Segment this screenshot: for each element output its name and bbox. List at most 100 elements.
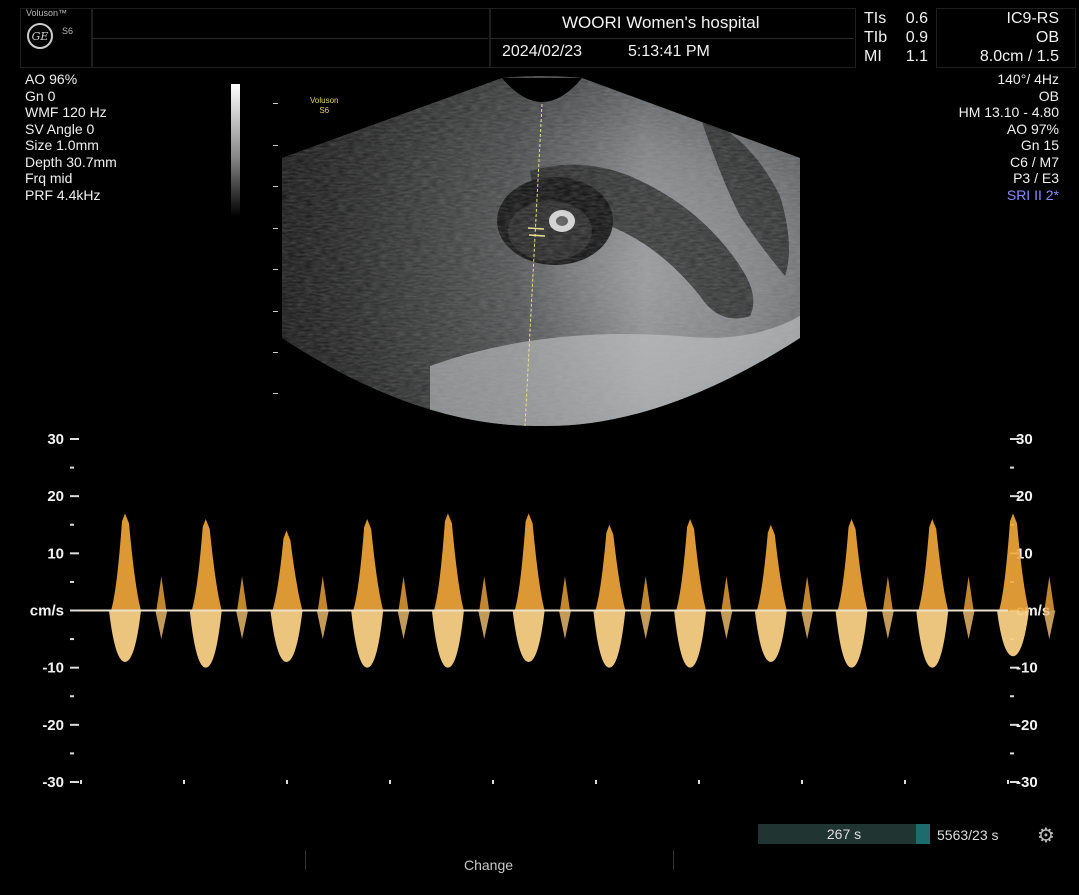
positive-peak	[756, 524, 787, 611]
secondary-spike	[559, 576, 570, 611]
secondary-spike	[1043, 610, 1056, 640]
settings-gear-icon[interactable]: ⚙	[1037, 823, 1055, 848]
secondary-spike	[881, 610, 894, 640]
param-p-e: P3 / E3	[1013, 170, 1059, 186]
safety-indices: TIs 0.6 TIb 0.9 MI 1.1	[864, 9, 928, 66]
secondary-spike	[802, 576, 813, 611]
left-axis-label: cm/s	[30, 603, 64, 620]
left-axis-label: -10	[42, 660, 64, 677]
negative-peak	[593, 610, 626, 668]
header-divider	[92, 38, 488, 39]
ti-bone-value: 0.9	[905, 29, 928, 46]
positive-peak	[353, 519, 384, 611]
negative-peak	[431, 610, 464, 668]
negative-peak	[270, 610, 303, 662]
time-tick	[286, 780, 288, 784]
depth-tick	[273, 228, 278, 229]
brand-label: Voluson™	[26, 8, 68, 18]
bmode-image[interactable]	[280, 76, 802, 428]
negative-peak	[835, 610, 868, 668]
left-axis-label: 10	[47, 545, 64, 562]
header-divider-2	[490, 38, 854, 39]
positive-peak	[433, 513, 464, 611]
param-wmf: WMF 120 Hz	[25, 104, 107, 120]
ti-soft-label: TIs	[864, 10, 887, 27]
param-prf: PRF 4.4kHz	[25, 186, 101, 203]
secondary-spike	[721, 576, 732, 611]
right-axis-label: -30	[1016, 774, 1038, 791]
secondary-spike	[237, 576, 248, 611]
depth-tick	[273, 103, 278, 104]
time-tick	[904, 780, 906, 784]
mi-value: 1.1	[905, 48, 928, 65]
secondary-spike	[397, 610, 410, 640]
exam-time: 5:13:41 PM	[628, 43, 710, 60]
probe-name: IC9-RS	[1006, 10, 1059, 27]
negative-peak	[754, 610, 787, 662]
param-c-m: C6 / M7	[1009, 153, 1059, 170]
right-axis-label: 20	[1016, 488, 1033, 505]
positive-peak	[595, 524, 626, 611]
positive-peak	[918, 519, 949, 611]
positive-peak	[111, 513, 141, 611]
param-ao-b: AO 97%	[1006, 120, 1059, 137]
time-tick	[492, 780, 494, 784]
secondary-spike	[398, 576, 409, 611]
negative-peak	[997, 610, 1029, 657]
secondary-spike	[236, 610, 249, 640]
model-label: S6	[62, 26, 74, 36]
left-axis-label: -30	[42, 774, 64, 791]
negative-peak	[512, 610, 545, 662]
secondary-spike	[640, 576, 651, 611]
cine-counter: 5563/23 s	[937, 827, 999, 843]
secondary-spike	[317, 576, 328, 611]
time-tick	[698, 780, 700, 784]
positive-peak	[514, 513, 545, 611]
hospital-name: WOORI Women's hospital	[562, 13, 760, 32]
param-depth: Depth 30.7mm	[25, 153, 117, 170]
time-tick	[595, 780, 597, 784]
bottom-divider	[673, 850, 674, 870]
secondary-spike	[155, 610, 168, 640]
param-size: Size 1.0mm	[25, 137, 99, 153]
left-axis-label: -20	[42, 717, 64, 734]
bottom-divider	[305, 850, 306, 870]
left-axis-label: 30	[47, 431, 64, 448]
param-angle-rate: 140°/ 4Hz	[997, 71, 1059, 87]
depth-sector: 8.0cm / 1.5	[979, 48, 1059, 65]
param-hm: HM 13.10 - 4.80	[958, 104, 1059, 120]
doppler-spectrum[interactable]: 30 3020 2010 10cm/s cm/s-10 -10-20 -20-30 -30	[0, 420, 1079, 800]
depth-tick	[273, 186, 278, 187]
positive-peak	[837, 519, 868, 611]
param-gain: Gn 0	[25, 87, 56, 104]
time-tick	[389, 780, 391, 784]
ti-bone-label: TIb	[864, 29, 888, 46]
exam-date: 2024/02/23	[502, 43, 583, 60]
positive-peak	[191, 519, 222, 611]
negative-peak	[674, 610, 707, 668]
secondary-spike	[962, 610, 975, 640]
secondary-spike	[156, 576, 167, 611]
depth-tick	[273, 269, 278, 270]
cine-progress-bar[interactable]: 267 s	[758, 824, 930, 844]
param-preset: OB	[1038, 87, 1059, 104]
exam-type: OB	[1035, 29, 1059, 46]
param-sri: SRI II 2*	[1006, 186, 1059, 203]
secondary-spike	[558, 610, 571, 640]
ge-logo-icon: GE	[27, 23, 53, 49]
grayscale-bar	[231, 84, 240, 216]
mi-label: MI	[864, 48, 882, 65]
secondary-spike	[963, 576, 974, 611]
positive-peak	[676, 519, 707, 611]
change-button[interactable]: Change	[464, 857, 513, 873]
secondary-spike	[801, 610, 814, 640]
right-axis-label: -10	[1016, 660, 1038, 677]
secondary-spike	[882, 576, 893, 611]
right-axis-label: -20	[1016, 717, 1038, 734]
time-tick	[183, 780, 185, 784]
secondary-spike	[316, 610, 329, 640]
secondary-spike	[1044, 576, 1055, 611]
negative-peak	[351, 610, 384, 668]
left-axis-label: 20	[47, 488, 64, 505]
negative-peak	[109, 610, 141, 662]
